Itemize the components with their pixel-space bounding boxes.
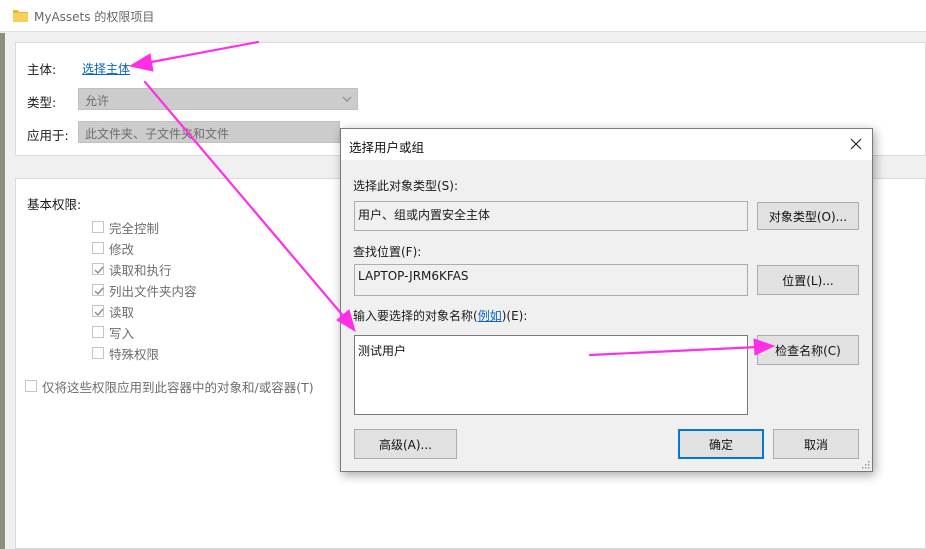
perm-full-control[interactable]: 完全控制 [92, 218, 159, 236]
close-icon[interactable] [846, 134, 866, 154]
checkbox[interactable] [92, 263, 104, 275]
object-type-field: 用户、组或内置安全主体 [354, 201, 748, 231]
type-select[interactable]: 允许 [78, 88, 358, 110]
checkmark-icon [94, 287, 104, 296]
perm-write[interactable]: 写入 [92, 323, 134, 341]
locations-button[interactable]: 位置(L)... [757, 265, 859, 295]
select-user-dialog: 选择用户或组 选择此对象类型(S): 用户、组或内置安全主体 对象类型(O)..… [340, 128, 873, 472]
checkbox[interactable] [92, 284, 104, 296]
folder-icon [13, 10, 28, 22]
ok-button[interactable]: 确定 [678, 429, 764, 459]
applies-to-select[interactable]: 此文件夹、子文件夹和文件 [78, 121, 340, 143]
object-type-value: 用户、组或内置安全主体 [358, 208, 491, 222]
cancel-button[interactable]: 取消 [773, 429, 859, 459]
type-select-value: 允许 [85, 94, 110, 108]
principal-label: 主体: [27, 62, 57, 77]
object-type-label: 选择此对象类型(S): [353, 179, 459, 193]
checkbox[interactable] [92, 326, 104, 338]
object-names-value: 测试用户 [358, 344, 407, 358]
checkmark-icon [94, 308, 104, 317]
location-value: LAPTOP-JRM6KFAS [358, 269, 469, 283]
checkmark-icon [94, 266, 104, 275]
chevron-down-icon [342, 96, 352, 102]
perm-label: 修改 [109, 241, 135, 257]
apply-only-option[interactable]: 仅将这些权限应用到此容器中的对象和/或容器(T) [25, 377, 314, 395]
perm-modify[interactable]: 修改 [92, 239, 134, 257]
type-label: 类型: [27, 95, 57, 110]
perm-special[interactable]: 特殊权限 [92, 344, 159, 362]
applies-to-label: 应用于: [27, 128, 69, 143]
applies-to-value: 此文件夹、子文件夹和文件 [85, 127, 230, 141]
perm-label: 读取 [109, 304, 135, 320]
perm-read-execute[interactable]: 读取和执行 [92, 260, 172, 278]
checkbox[interactable] [25, 380, 37, 392]
apply-only-label: 仅将这些权限应用到此容器中的对象和/或容器(T) [42, 379, 314, 395]
resize-grip-icon[interactable] [860, 459, 870, 469]
enter-names-text: 输入要选择的对象名称( [353, 309, 478, 323]
perm-label: 读取和执行 [109, 262, 172, 278]
dialog-title: 选择用户或组 [349, 140, 425, 155]
basic-permissions-label: 基本权限: [27, 197, 82, 212]
enter-names-label: 输入要选择的对象名称(例如)(E): [353, 307, 527, 324]
window-title-bar: MyAssets 的权限项目 [0, 0, 926, 32]
dialog-title-bar: 选择用户或组 [341, 129, 872, 160]
checkbox[interactable] [92, 347, 104, 359]
enter-names-suffix: )(E): [501, 309, 528, 323]
perm-label: 完全控制 [109, 220, 160, 236]
location-field: LAPTOP-JRM6KFAS [354, 264, 748, 296]
background-strip [0, 33, 5, 549]
window-title: MyAssets 的权限项目 [34, 10, 155, 24]
perm-list-folder[interactable]: 列出文件夹内容 [92, 281, 197, 299]
examples-link[interactable]: 例如 [478, 309, 502, 323]
checkbox[interactable] [92, 242, 104, 254]
checkbox[interactable] [92, 305, 104, 317]
select-principal-link[interactable]: 选择主体 [82, 60, 130, 77]
advanced-button[interactable]: 高级(A)... [354, 429, 457, 459]
object-types-button[interactable]: 对象类型(O)... [757, 202, 859, 230]
perm-label: 特殊权限 [109, 346, 160, 362]
check-names-button[interactable]: 检查名称(C) [757, 335, 859, 365]
perm-label: 写入 [109, 325, 135, 341]
object-names-input[interactable]: 测试用户 [354, 335, 748, 415]
perm-label: 列出文件夹内容 [109, 283, 197, 299]
location-label: 查找位置(F): [353, 245, 422, 259]
perm-read[interactable]: 读取 [92, 302, 134, 320]
checkbox[interactable] [92, 221, 104, 233]
